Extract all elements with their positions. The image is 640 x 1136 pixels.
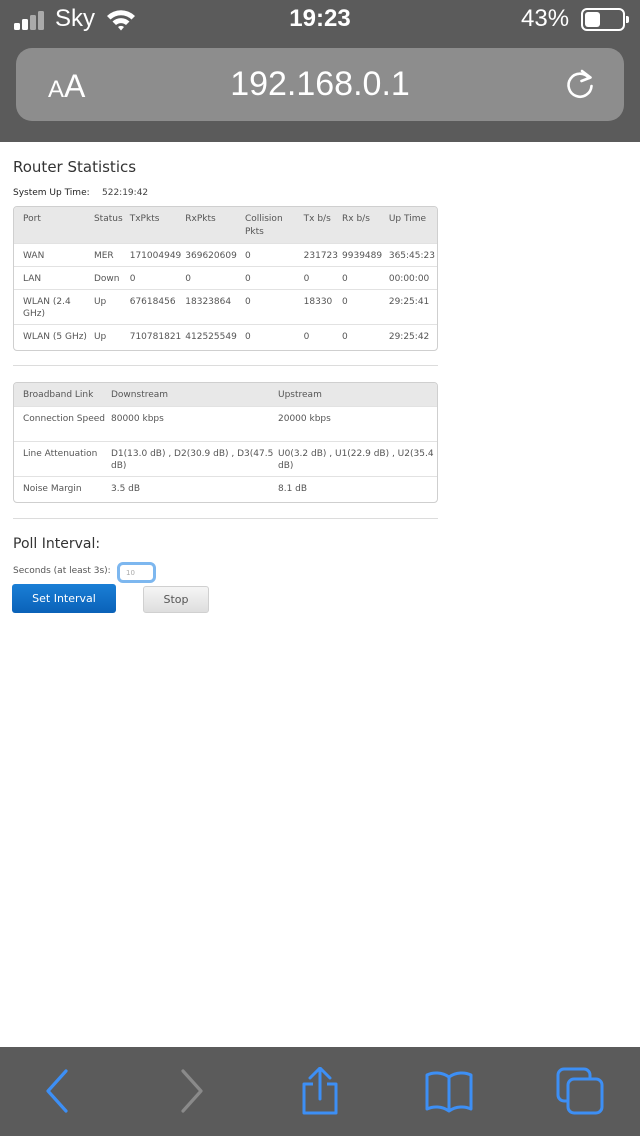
table-cell: 0 bbox=[301, 324, 341, 350]
table-cell: Up bbox=[91, 289, 128, 325]
table-cell: 3.5 dB bbox=[109, 476, 276, 502]
table-cell: 20000 kbps bbox=[276, 406, 437, 442]
battery-percentage: 43% bbox=[521, 5, 570, 32]
bookmarks-icon[interactable] bbox=[425, 1067, 473, 1115]
poll-interval-title: Poll Interval: bbox=[13, 536, 101, 552]
stop-button[interactable]: Stop bbox=[143, 586, 209, 613]
table-cell: 0 bbox=[340, 324, 387, 350]
table-cell: 9939489 bbox=[340, 243, 387, 267]
table-cell: WLAN (2.4 GHz) bbox=[14, 289, 92, 325]
table-cell: 0 bbox=[242, 289, 302, 325]
table-row: WLAN (2.4 GHz) Up 67618456 18323864 0 18… bbox=[14, 289, 437, 325]
back-icon[interactable] bbox=[34, 1067, 82, 1115]
seconds-label: Seconds (at least 3s): bbox=[13, 566, 111, 576]
router-page: Router Statistics System Up Time: 522:19… bbox=[0, 142, 640, 1047]
table-cell: 8.1 dB bbox=[276, 476, 437, 502]
forward-icon[interactable] bbox=[167, 1067, 215, 1115]
table-cell: 365:45:23 bbox=[386, 243, 437, 267]
poll-seconds-input[interactable] bbox=[117, 562, 156, 583]
table-header-row: Port Status TxPkts RxPkts Collision Pkts… bbox=[14, 207, 437, 244]
column-header: Collision Pkts bbox=[242, 207, 302, 244]
port-statistics-table: Port Status TxPkts RxPkts Collision Pkts… bbox=[13, 206, 438, 351]
column-header: Downstream bbox=[109, 383, 276, 407]
table-row: Connection Speed 80000 kbps 20000 kbps bbox=[14, 406, 437, 442]
table-row: WLAN (5 GHz) Up 710781821 412525549 0 0 … bbox=[14, 324, 437, 350]
table-cell: 18330 bbox=[301, 289, 341, 325]
table-cell: WLAN (5 GHz) bbox=[14, 324, 92, 350]
table-cell: 0 bbox=[242, 266, 302, 290]
table-cell: 369620609 bbox=[183, 243, 243, 267]
url-text[interactable]: 192.168.0.1 bbox=[16, 65, 624, 104]
tabs-icon[interactable] bbox=[556, 1067, 604, 1115]
table-row: Line Attenuation D1(13.0 dB) , D2(30.9 d… bbox=[14, 441, 437, 477]
set-interval-button[interactable]: Set Interval bbox=[12, 584, 116, 613]
column-header: Rx b/s bbox=[340, 207, 387, 244]
table-cell: 0 bbox=[183, 266, 243, 290]
broadband-link-table: Broadband Link Downstream Upstream Conne… bbox=[13, 382, 438, 503]
table-cell: 0 bbox=[242, 243, 302, 267]
column-header: Tx b/s bbox=[301, 207, 341, 244]
table-cell: LAN bbox=[14, 266, 92, 290]
table-cell: Down bbox=[91, 266, 128, 290]
table-cell: Noise Margin bbox=[14, 476, 109, 502]
reload-icon[interactable] bbox=[562, 66, 598, 102]
table-row: LAN Down 0 0 0 0 0 00:00:00 bbox=[14, 266, 437, 290]
system-uptime-label: System Up Time: bbox=[13, 188, 90, 198]
table-header-row: Broadband Link Downstream Upstream bbox=[14, 383, 437, 407]
battery-icon bbox=[581, 8, 629, 31]
table-cell: 00:00:00 bbox=[386, 266, 437, 290]
table-cell: 18323864 bbox=[183, 289, 243, 325]
address-bar[interactable]: AA 192.168.0.1 bbox=[16, 48, 624, 121]
table-cell: 0 bbox=[127, 266, 184, 290]
share-icon[interactable] bbox=[296, 1067, 344, 1115]
table-row: WAN MER 171004949 369620609 0 231723 993… bbox=[14, 243, 437, 267]
table-cell: MER bbox=[91, 243, 128, 267]
table-cell: 231723 bbox=[301, 243, 341, 267]
column-header: Port bbox=[14, 207, 92, 244]
column-header: Status bbox=[91, 207, 128, 244]
table-cell: WAN bbox=[14, 243, 92, 267]
section-divider bbox=[13, 518, 438, 519]
table-cell: 80000 kbps bbox=[109, 406, 276, 442]
column-header: Up Time bbox=[386, 207, 437, 244]
table-cell: Line Attenuation bbox=[14, 441, 109, 477]
table-cell: 29:25:41 bbox=[386, 289, 437, 325]
table-cell: 0 bbox=[340, 266, 387, 290]
column-header: Broadband Link bbox=[14, 383, 109, 407]
column-header: RxPkts bbox=[183, 207, 243, 244]
table-cell: 0 bbox=[340, 289, 387, 325]
table-cell: 29:25:42 bbox=[386, 324, 437, 350]
table-cell: 67618456 bbox=[127, 289, 184, 325]
browser-bottom-toolbar bbox=[0, 1047, 640, 1136]
system-uptime-value: 522:19:42 bbox=[102, 188, 149, 198]
column-header: Upstream bbox=[276, 383, 437, 407]
browser-top-chrome: Sky 19:23 43% AA 192.168.0.1 bbox=[0, 0, 640, 142]
section-divider bbox=[13, 365, 438, 366]
table-cell: D1(13.0 dB) , D2(30.9 dB) , D3(47.5 dB) bbox=[109, 441, 276, 477]
table-cell: Up bbox=[91, 324, 128, 350]
table-cell: 171004949 bbox=[127, 243, 184, 267]
table-cell: 0 bbox=[301, 266, 341, 290]
table-cell: 0 bbox=[242, 324, 302, 350]
table-cell: 412525549 bbox=[183, 324, 243, 350]
page-title: Router Statistics bbox=[13, 158, 137, 176]
status-bar: Sky 19:23 43% bbox=[0, 0, 640, 40]
table-cell: Connection Speed bbox=[14, 406, 109, 442]
table-cell: 710781821 bbox=[127, 324, 184, 350]
column-header: TxPkts bbox=[127, 207, 184, 244]
table-row: Noise Margin 3.5 dB 8.1 dB bbox=[14, 476, 437, 502]
table-cell: U0(3.2 dB) , U1(22.9 dB) , U2(35.4 dB) bbox=[276, 441, 437, 477]
battery-level bbox=[585, 12, 600, 27]
